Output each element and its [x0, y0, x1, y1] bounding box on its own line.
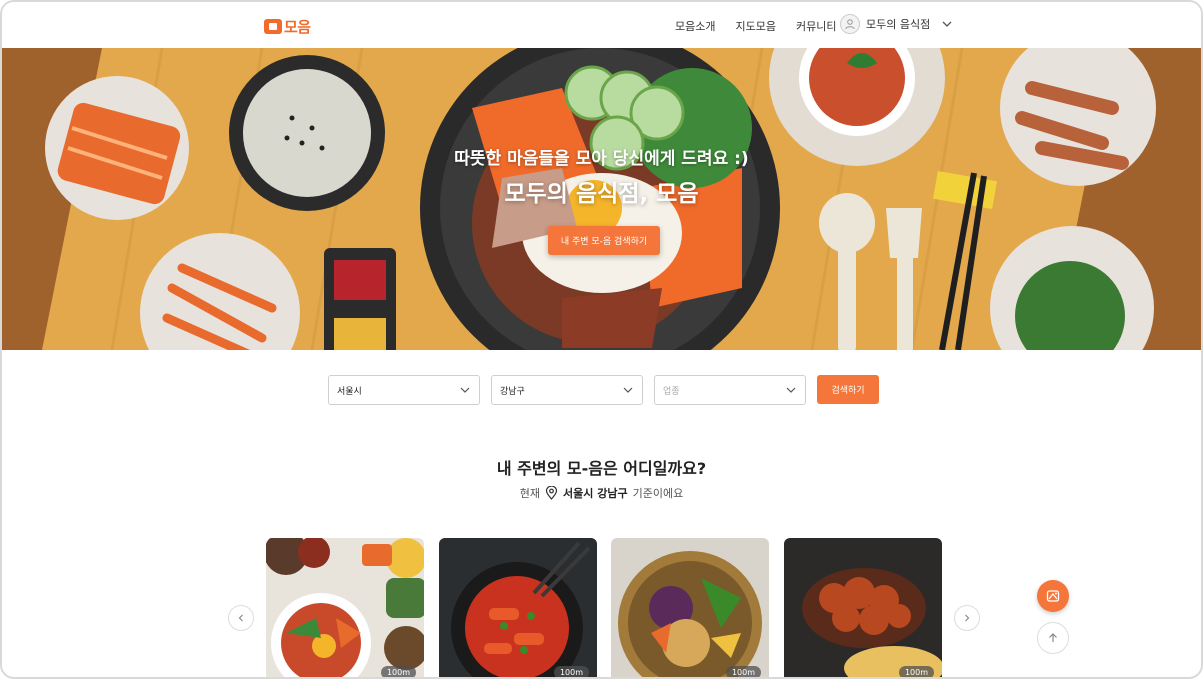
location-name: 서울시 강남구 [563, 487, 628, 500]
nearby-search-button[interactable]: 내 주변 모-음 검색하기 [548, 226, 660, 255]
user-icon [845, 19, 855, 30]
chevron-down-icon [786, 387, 796, 393]
fried-chicken-photo [784, 538, 942, 677]
scroll-top-button[interactable] [1037, 622, 1069, 654]
carousel-next-button[interactable] [954, 605, 980, 631]
current-location: 현재 서울시 강남구 기준이에요 [2, 485, 1201, 501]
chevron-left-icon [238, 614, 243, 622]
salad-bowl-photo [611, 538, 769, 677]
logo-text: 모음 [284, 18, 311, 36]
hero-title: 모두의 음식점, 모음 [504, 181, 699, 207]
restaurant-card[interactable]: 100m [266, 538, 424, 677]
restaurant-card[interactable]: 100m [784, 538, 942, 677]
chevron-right-icon [965, 614, 970, 622]
logo[interactable]: 모음 [264, 16, 311, 37]
district-select[interactable]: 강남구 [491, 375, 643, 405]
distance-badge: 100m [898, 666, 934, 677]
nav-about[interactable]: 모음소개 [675, 18, 715, 34]
tteokbokki-photo [439, 538, 597, 677]
chevron-down-icon [460, 387, 470, 393]
map-icon [1046, 590, 1060, 602]
city-select-value: 서울시 [337, 386, 362, 397]
section-title: 내 주변의 모-음은 어디일까요? [496, 459, 707, 478]
user-menu[interactable]: 모두의 음식점 [840, 14, 954, 34]
category-select[interactable]: 업종 [654, 375, 806, 405]
location-prefix: 현재 [519, 487, 541, 500]
distance-badge: 100m [725, 666, 761, 677]
user-name: 모두의 음식점 [866, 18, 931, 31]
chevron-down-icon[interactable] [940, 17, 954, 31]
header: 모음 모음소개 지도모음 커뮤니티 모두의 음식점 [2, 2, 1201, 48]
distance-badge: 100m [380, 666, 416, 677]
main-nav: 모음소개 지도모음 커뮤니티 [675, 18, 836, 34]
restaurant-card[interactable]: 100m [611, 538, 769, 677]
category-select-placeholder: 업종 [663, 386, 680, 397]
app-window: 모음 모음소개 지도모음 커뮤니티 모두의 음식점 따뜻한 마음들을 모아 당신… [0, 0, 1203, 679]
chevron-down-icon [623, 387, 633, 393]
carousel-prev-button[interactable] [228, 605, 254, 631]
avatar [840, 14, 860, 34]
city-select[interactable]: 서울시 [328, 375, 480, 405]
district-select-value: 강남구 [500, 386, 525, 397]
nav-map[interactable]: 지도모음 [735, 18, 775, 34]
hero-banner: 따뜻한 마음들을 모아 당신에게 드려요 :) 모두의 음식점, 모음 내 주변… [2, 48, 1201, 350]
location-pin-icon [545, 486, 558, 500]
logo-icon [264, 19, 282, 34]
arrow-up-icon [1049, 633, 1057, 642]
nav-community[interactable]: 커뮤니티 [796, 18, 836, 34]
location-suffix: 기준이에요 [632, 487, 684, 500]
map-floating-button[interactable] [1037, 580, 1069, 612]
restaurant-card[interactable]: 100m [439, 538, 597, 677]
hero-subtitle: 따뜻한 마음들을 모아 당신에게 드려요 :) [454, 149, 749, 169]
bibimbap-photo [266, 538, 424, 677]
distance-badge: 100m [553, 666, 589, 677]
search-button[interactable]: 검색하기 [817, 375, 879, 404]
